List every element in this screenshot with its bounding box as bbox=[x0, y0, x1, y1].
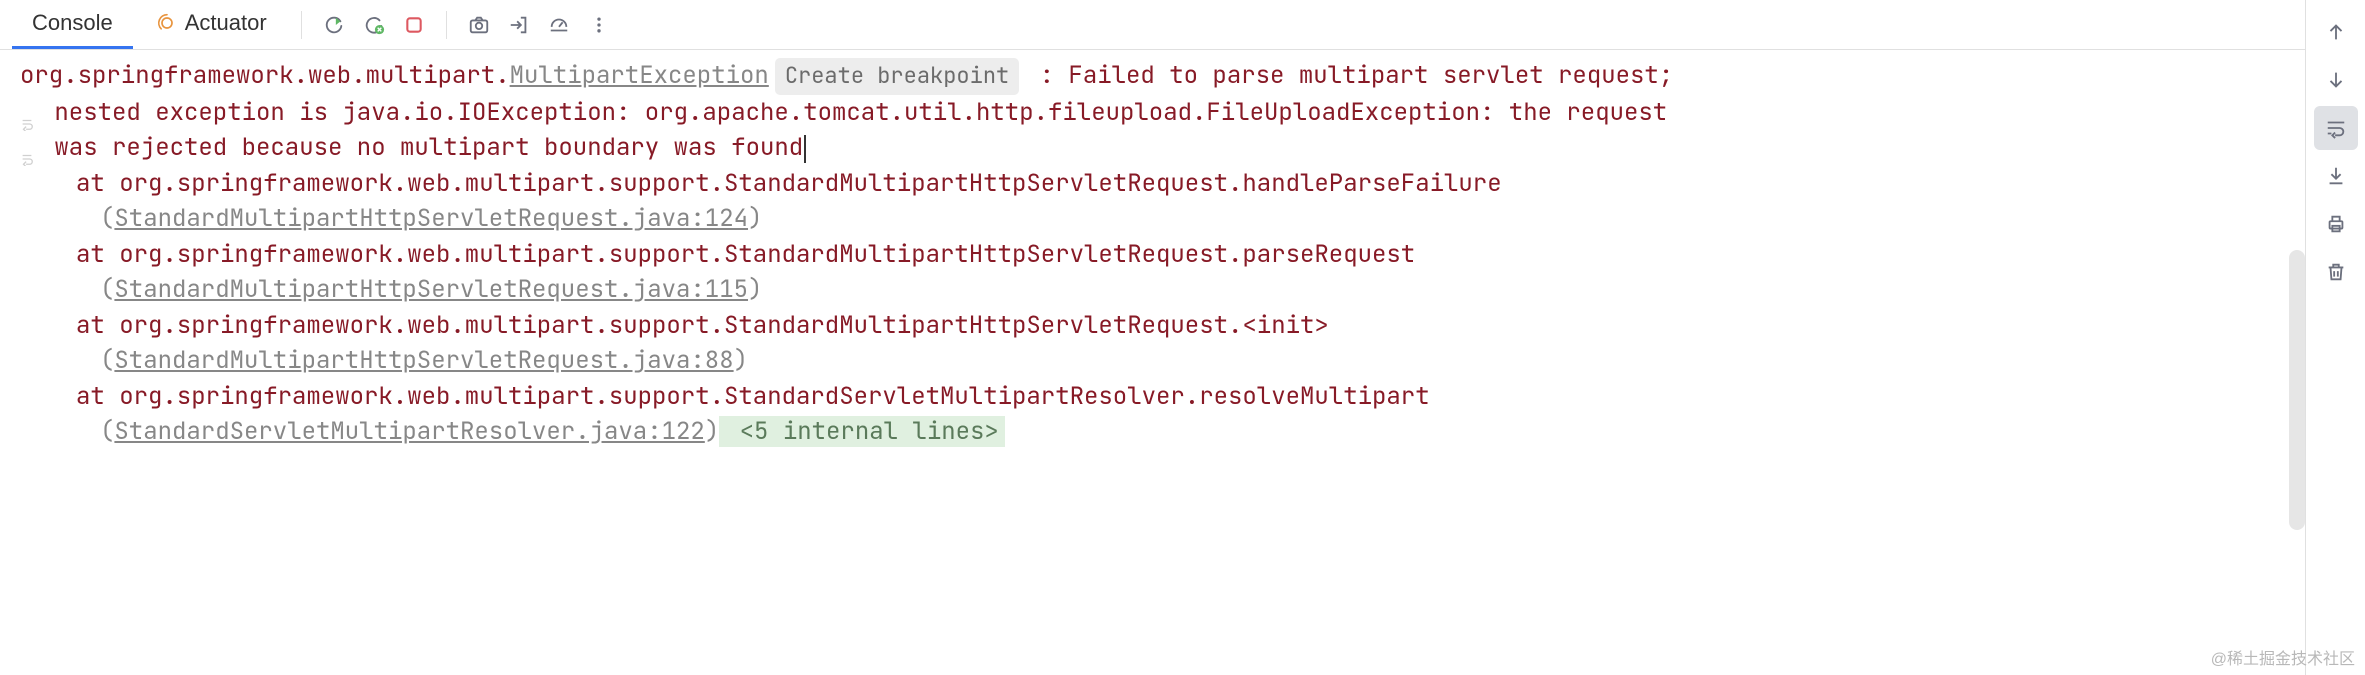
toolbar: Console Actuator bbox=[0, 0, 2305, 50]
exception-line-3: was rejected because no multipart bounda… bbox=[20, 130, 2285, 166]
toolbar-separator bbox=[301, 11, 302, 39]
actuator-icon bbox=[157, 13, 177, 33]
rerun-button[interactable] bbox=[316, 7, 352, 43]
dashboard-button[interactable] bbox=[541, 7, 577, 43]
tab-console-label: Console bbox=[32, 10, 113, 36]
exception-line: org.springframework.web.multipart.Multip… bbox=[20, 58, 2285, 95]
stack-frame-loc: (StandardMultipartHttpServletRequest.jav… bbox=[20, 272, 2285, 308]
console-output[interactable]: org.springframework.web.multipart.Multip… bbox=[0, 50, 2305, 675]
stack-frame-at: at org.springframework.web.multipart.sup… bbox=[20, 308, 2285, 344]
soft-wrap-glyph-icon bbox=[20, 106, 34, 120]
tab-actuator-label: Actuator bbox=[185, 10, 267, 36]
soft-wrap-glyph-icon bbox=[20, 141, 34, 155]
text-cursor bbox=[804, 135, 806, 163]
source-link[interactable]: StandardMultipartHttpServletRequest.java… bbox=[114, 345, 733, 376]
print-button[interactable] bbox=[2314, 202, 2358, 246]
tab-actuator[interactable]: Actuator bbox=[137, 0, 287, 49]
source-link[interactable]: StandardMultipartHttpServletRequest.java… bbox=[114, 274, 748, 305]
toolbar-separator-2 bbox=[446, 11, 447, 39]
side-panel bbox=[2305, 0, 2365, 675]
stack-frame-at: at org.springframework.web.multipart.sup… bbox=[20, 379, 2285, 415]
arrow-down-button[interactable] bbox=[2314, 58, 2358, 102]
scroll-to-end-button[interactable] bbox=[2314, 154, 2358, 198]
main-panel: Console Actuator bbox=[0, 0, 2305, 675]
exception-message-2: nested exception is java.io.IOException:… bbox=[40, 97, 1667, 128]
exception-message-1: : Failed to parse multipart servlet requ… bbox=[1025, 60, 1673, 91]
stack-frame-at: at org.springframework.web.multipart.sup… bbox=[20, 237, 2285, 273]
stack-frame-loc: (StandardMultipartHttpServletRequest.jav… bbox=[20, 201, 2285, 237]
stack-frame-loc: (StandardMultipartHttpServletRequest.jav… bbox=[20, 343, 2285, 379]
create-breakpoint-button[interactable]: Create breakpoint bbox=[775, 58, 1019, 95]
stop-button[interactable] bbox=[396, 7, 432, 43]
exception-prefix: org.springframework.web.multipart. bbox=[20, 60, 510, 91]
console-scrollbar[interactable] bbox=[2289, 250, 2305, 530]
trash-button[interactable] bbox=[2314, 250, 2358, 294]
stack-frame-at: at org.springframework.web.multipart.sup… bbox=[20, 166, 2285, 202]
exit-button[interactable] bbox=[501, 7, 537, 43]
collapsed-lines-badge[interactable]: <5 internal lines> bbox=[719, 416, 1005, 447]
source-link[interactable]: StandardServletMultipartResolver.java:12… bbox=[114, 416, 704, 447]
tab-console[interactable]: Console bbox=[12, 0, 133, 49]
exception-line-2: nested exception is java.io.IOException:… bbox=[20, 95, 2285, 131]
more-button[interactable] bbox=[581, 7, 617, 43]
exception-class-link[interactable]: MultipartException bbox=[510, 60, 769, 91]
source-link[interactable]: StandardMultipartHttpServletRequest.java… bbox=[114, 203, 748, 234]
stack-frame-loc: (StandardServletMultipartResolver.java:1… bbox=[20, 414, 2285, 450]
exception-message-3: was rejected because no multipart bounda… bbox=[40, 132, 803, 163]
camera-button[interactable] bbox=[461, 7, 497, 43]
soft-wrap-button[interactable] bbox=[2314, 106, 2358, 150]
watermark: @稀土掘金技术社区 bbox=[2211, 645, 2355, 669]
rerun-failed-button[interactable] bbox=[356, 7, 392, 43]
arrow-up-button[interactable] bbox=[2314, 10, 2358, 54]
